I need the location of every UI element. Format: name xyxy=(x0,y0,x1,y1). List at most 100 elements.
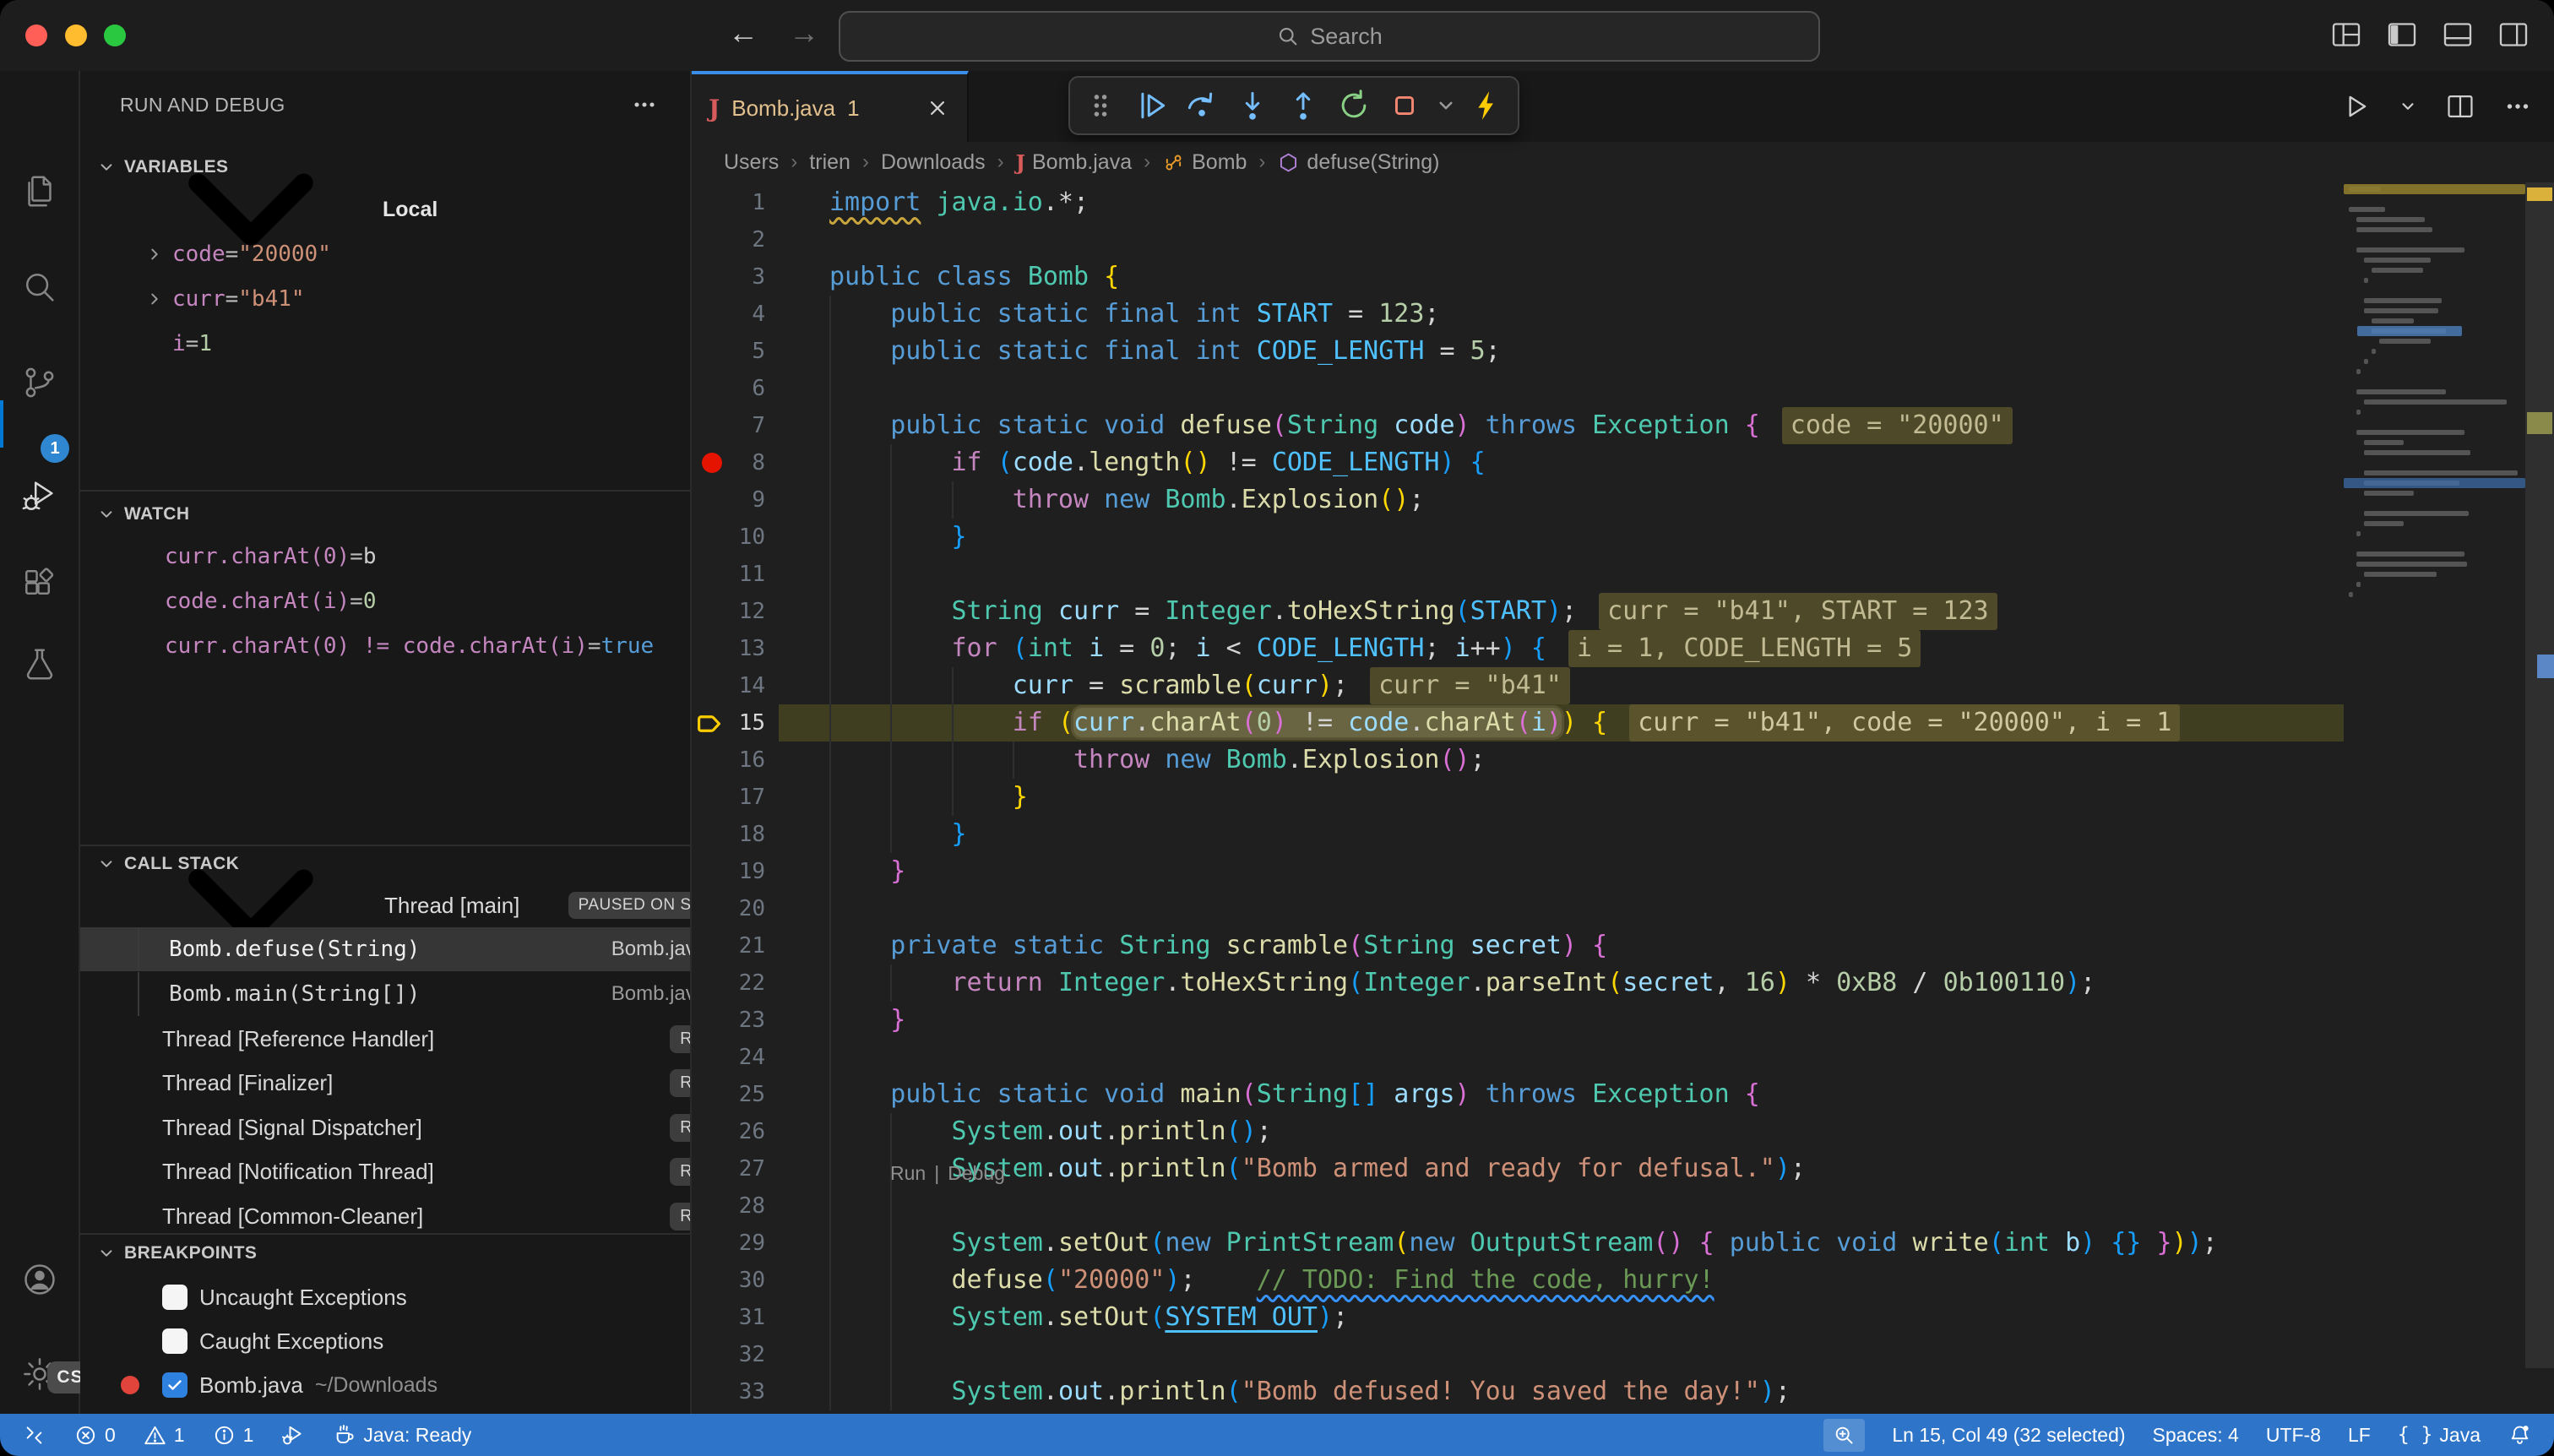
tab-bomb-java[interactable]: J Bomb.java 1 xyxy=(692,71,969,142)
scope-local-row[interactable]: Local xyxy=(80,187,690,231)
callstack-thread-row[interactable]: Thread [Reference Handler]RUNNING xyxy=(80,1017,690,1061)
code-line[interactable]: 24 xyxy=(692,1039,2554,1076)
sidebar-left-toggle-button[interactable] xyxy=(2385,18,2419,52)
code-line[interactable]: 28 xyxy=(692,1187,2554,1225)
minimap[interactable] xyxy=(2344,182,2525,1414)
activity-explorer[interactable] xyxy=(0,152,79,230)
step-out-button[interactable] xyxy=(1281,84,1325,128)
code-line[interactable]: 13 for (int i = 0; i < CODE_LENGTH; i++)… xyxy=(692,630,2554,667)
callstack-thread-row[interactable]: Thread [Notification Thread]RUNNING xyxy=(80,1149,690,1193)
code-line[interactable]: 5 public static final int CODE_LENGTH = … xyxy=(692,333,2554,370)
code-line[interactable]: 19 } xyxy=(692,853,2554,890)
code-editor[interactable]: 1import java.io.*;23public class Bomb {4… xyxy=(692,182,2554,1414)
breadcrumb-item[interactable]: Users xyxy=(724,150,779,175)
breadcrumb-item[interactable]: trien xyxy=(809,150,850,175)
error-status-item[interactable]: 0 xyxy=(73,1423,116,1448)
code-line[interactable]: 32 xyxy=(692,1336,2554,1373)
info-status-item[interactable]: 1 xyxy=(212,1423,254,1448)
braces-status-item[interactable]: { }Java xyxy=(2398,1424,2481,1447)
code-line[interactable]: 8 if (code.length() != CODE_LENGTH) { xyxy=(692,444,2554,481)
breakpoints-section-header[interactable]: BREAKPOINTS xyxy=(95,1235,257,1272)
zoom-window-button[interactable] xyxy=(104,24,126,46)
status-item[interactable]: Ln 15, Col 49 (32 selected) xyxy=(1892,1424,2125,1447)
code-line[interactable]: 15 if (curr.charAt(0) != code.charAt(i))… xyxy=(692,704,2554,742)
activity-extensions[interactable] xyxy=(0,546,79,623)
run-dropdown-icon[interactable] xyxy=(2397,95,2419,117)
callstack-thread-row[interactable]: Thread [Signal Dispatcher]RUNNING xyxy=(80,1106,690,1149)
code-line[interactable]: 33 System.out.println("Bomb defused! You… xyxy=(692,1373,2554,1410)
watch-row[interactable]: curr.charAt(0) != code.charAt(i) = true xyxy=(80,624,690,668)
codelens-run[interactable]: Run xyxy=(890,1162,926,1184)
codelens-debug[interactable]: Debug xyxy=(948,1162,1005,1184)
code-line[interactable]: 4 public static final int START = 123; xyxy=(692,296,2554,333)
code-line[interactable]: 17 } xyxy=(692,779,2554,816)
status-item[interactable]: UTF-8 xyxy=(2266,1424,2321,1447)
code-line[interactable]: 11 xyxy=(692,556,2554,593)
code-line[interactable]: 10 } xyxy=(692,519,2554,556)
java-status-item[interactable]: Java: Ready xyxy=(332,1423,471,1448)
warning-status-item[interactable]: 1 xyxy=(143,1423,185,1448)
activity-run-and-debug[interactable] xyxy=(0,457,79,535)
code-line[interactable]: 25 public static void main(String[] args… xyxy=(692,1076,2554,1113)
activity-accounts[interactable] xyxy=(0,1241,79,1318)
code-line[interactable]: 7 public static void defuse(String code)… xyxy=(692,407,2554,444)
watch-row[interactable]: curr.charAt(0) = b xyxy=(80,535,690,579)
stack-frame-row[interactable]: Bomb.main(String[])Bomb.java30:1 xyxy=(80,972,690,1016)
activity-search[interactable] xyxy=(0,248,79,326)
minimize-window-button[interactable] xyxy=(65,24,87,46)
watch-section-header[interactable]: WATCH xyxy=(95,496,189,533)
code-line[interactable]: 16 throw new Bomb.Explosion(); xyxy=(692,742,2554,779)
status-item[interactable]: LF xyxy=(2348,1424,2371,1447)
forward-button[interactable]: → xyxy=(784,15,824,51)
run-button[interactable] xyxy=(2339,90,2372,122)
breadcrumb-item[interactable]: Bomb xyxy=(1162,150,1247,175)
code-line[interactable]: 6 xyxy=(692,370,2554,407)
more-actions-icon[interactable] xyxy=(629,90,660,120)
remote-status-item[interactable] xyxy=(22,1423,46,1448)
hot-code-replace-button[interactable] xyxy=(1465,84,1509,128)
more-actions-button[interactable] xyxy=(2502,90,2534,122)
code-line[interactable]: 20 xyxy=(692,890,2554,927)
stop-button[interactable] xyxy=(1383,84,1426,128)
step-over-button[interactable] xyxy=(1180,84,1224,128)
code-line[interactable]: 29 System.setOut(new PrintStream(new Out… xyxy=(692,1225,2554,1262)
step-into-button[interactable] xyxy=(1231,84,1274,128)
breakpoint-checkbox[interactable] xyxy=(162,1285,187,1310)
code-line[interactable]: 12 String curr = Integer.toHexString(STA… xyxy=(692,593,2554,630)
split-editor-button[interactable] xyxy=(2444,90,2476,122)
code-line[interactable]: 3public class Bomb { xyxy=(692,258,2554,296)
breadcrumb-item[interactable]: Downloads xyxy=(881,150,986,175)
breakpoint-checkbox[interactable] xyxy=(162,1328,187,1354)
status-item[interactable]: Spaces: 4 xyxy=(2153,1424,2239,1447)
variable-row[interactable]: code = "20000" xyxy=(80,232,690,276)
code-line[interactable]: 9 throw new Bomb.Explosion(); xyxy=(692,481,2554,519)
breadcrumb-item[interactable]: defuse(String) xyxy=(1277,150,1439,175)
continue-button[interactable] xyxy=(1129,84,1173,128)
variable-row[interactable]: i = 1 xyxy=(80,322,690,366)
restart-button[interactable] xyxy=(1332,84,1376,128)
watch-row[interactable]: code.charAt(i) = 0 xyxy=(80,579,690,623)
bell-status-item[interactable] xyxy=(2508,1423,2532,1448)
breakpoint-row[interactable]: Caught Exceptions xyxy=(80,1319,690,1363)
stack-frame-row[interactable]: Bomb.defuse(String)Bomb.java15:1 xyxy=(80,927,690,971)
panel-bottom-toggle-button[interactable] xyxy=(2441,18,2475,52)
code-line[interactable]: 14 curr = scramble(curr);curr = "b41" xyxy=(692,667,2554,704)
stop-chevron-button[interactable] xyxy=(1433,84,1459,128)
codelens[interactable]: Run|Debug xyxy=(890,1162,1013,1185)
close-window-button[interactable] xyxy=(25,24,47,46)
code-line[interactable]: 31 System.setOut(SYSTEM_OUT); xyxy=(692,1299,2554,1336)
breakpoint-icon[interactable] xyxy=(702,453,722,473)
code-line[interactable]: 1import java.io.*; xyxy=(692,184,2554,221)
code-line[interactable]: 23 } xyxy=(692,1002,2554,1039)
sidebar-right-toggle-button[interactable] xyxy=(2497,18,2530,52)
breakpoint-row[interactable]: Uncaught Exceptions xyxy=(80,1275,690,1319)
layout-toggle-button[interactable] xyxy=(2329,18,2363,52)
breakpoint-checkbox[interactable] xyxy=(162,1372,187,1398)
callstack-thread-row[interactable]: Thread [Finalizer]RUNNING xyxy=(80,1061,690,1105)
search-input[interactable]: Search xyxy=(839,11,1820,62)
activity-source-control[interactable] xyxy=(0,344,79,421)
code-line[interactable]: 18 } xyxy=(692,816,2554,853)
callstack-thread-row[interactable]: Thread [Common-Cleaner]RUNNING xyxy=(80,1194,690,1238)
code-line[interactable]: 26 System.out.println(); xyxy=(692,1113,2554,1150)
debug-status-item[interactable] xyxy=(280,1423,305,1448)
